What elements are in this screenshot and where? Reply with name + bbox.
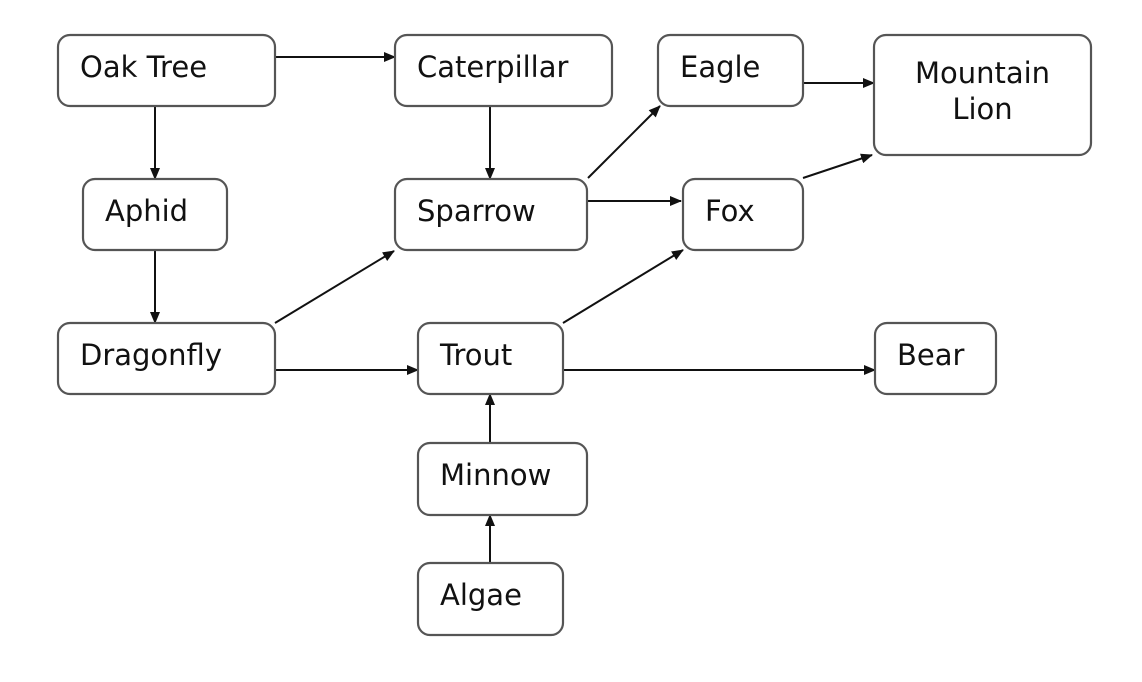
node-lion: Mountain Lion (872, 33, 1093, 157)
node-label: Algae (440, 578, 522, 612)
node-minnow: Minnow (416, 441, 589, 517)
arrow-fox-to-lion (802, 153, 873, 179)
node-aphid: Aphid (81, 177, 229, 252)
node-label: Fox (705, 194, 755, 228)
arrow-dragonfly-to-sparrow (274, 250, 395, 324)
node-caterpillar: Caterpillar (393, 33, 614, 108)
node-label: Eagle (680, 50, 760, 84)
node-label: Minnow (440, 458, 551, 492)
node-dragonfly: Dragonfly (56, 321, 277, 396)
node-eagle: Eagle (656, 33, 805, 108)
node-label: Bear (897, 338, 965, 372)
node-trout: Trout (416, 321, 565, 396)
arrow-trout-to-fox (562, 249, 684, 324)
node-algae: Algae (416, 561, 565, 637)
node-sparrow: Sparrow (393, 177, 589, 252)
node-oak: Oak Tree (56, 33, 277, 108)
node-label: Dragonfly (80, 338, 222, 372)
node-label: Aphid (105, 194, 188, 228)
node-fox: Fox (681, 177, 805, 252)
node-label: Oak Tree (80, 50, 207, 84)
node-bear: Bear (873, 321, 998, 396)
arrow-sparrow-to-eagle (587, 105, 661, 179)
food-web-diagram: Oak Tree Caterpillar Eagle Mountain Lion Aphi… (56, 33, 1093, 637)
node-label: Sparrow (417, 194, 536, 228)
node-label: Trout (439, 338, 512, 372)
node-label: Caterpillar (417, 50, 569, 84)
